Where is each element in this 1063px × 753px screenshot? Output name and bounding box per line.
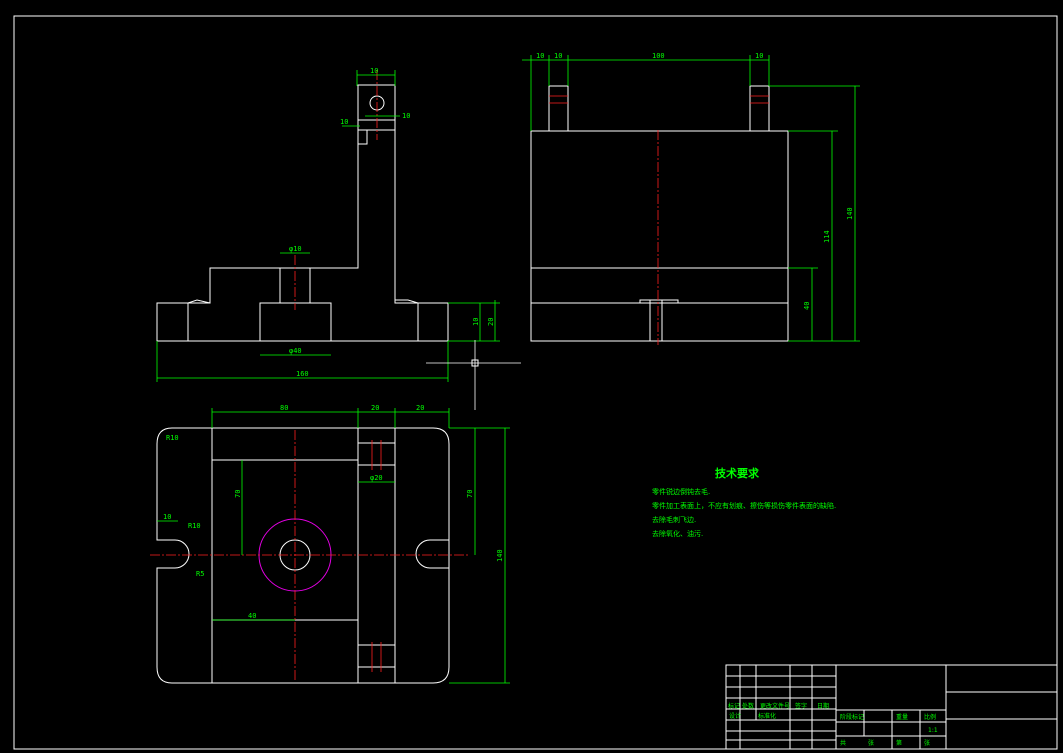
title-block-scale: 1:1 xyxy=(928,727,938,734)
front-dim-bottom-slot: φ40 xyxy=(289,347,302,355)
drawing-frame xyxy=(13,15,1058,750)
top-slot-right xyxy=(415,539,449,569)
front-slot-lower xyxy=(259,302,332,342)
svg-text:标准化: 标准化 xyxy=(758,712,776,720)
side-dim-h-total: 140 xyxy=(846,207,854,220)
requirement-item: 去除氧化、油污. xyxy=(652,529,703,538)
side-dim-h-base: 40 xyxy=(803,302,811,310)
front-hatch-right xyxy=(309,129,419,342)
requirement-item: 零件加工表面上，不应有划痕、擦伤等损伤零件表面的缺陷. xyxy=(652,501,836,510)
svg-text:比例: 比例 xyxy=(924,713,936,721)
svg-text:处数: 处数 xyxy=(742,702,754,710)
svg-text:更改文件号: 更改文件号 xyxy=(760,702,790,710)
front-dim-side-h2: 20 xyxy=(487,318,495,326)
requirement-item: 去除毛刺飞边. xyxy=(652,515,696,524)
top-dim-hole: φ20 xyxy=(370,474,383,482)
side-dim-d2: 10 xyxy=(554,52,562,60)
front-dim-side-h1: 10 xyxy=(472,318,480,326)
top-outline xyxy=(156,427,450,684)
technical-requirements: 技术要求 零件锐边倒钝去毛. 零件加工表面上，不应有划痕、擦伤等损伤零件表面的缺… xyxy=(652,466,836,538)
svg-text:标记: 标记 xyxy=(728,702,740,710)
svg-text:日期: 日期 xyxy=(817,702,829,710)
side-body xyxy=(530,130,789,342)
top-dim-w1: 80 xyxy=(280,404,288,412)
side-lug-left xyxy=(548,85,569,132)
top-view: 80 20 20 140 70 70 φ20 40 10 R10 R5 R10 xyxy=(150,404,510,684)
svg-text:第: 第 xyxy=(896,739,902,747)
svg-text:阶段标记: 阶段标记 xyxy=(840,713,864,721)
front-dim-overall-width: 160 xyxy=(296,370,309,378)
side-lug-right xyxy=(749,85,770,132)
front-dim-small-a: 10 xyxy=(402,112,410,120)
svg-text:张: 张 xyxy=(924,739,930,747)
requirements-title: 技术要求 xyxy=(715,466,760,480)
top-dim-center-offset: 40 xyxy=(248,612,256,620)
svg-text:重量: 重量 xyxy=(896,713,908,721)
svg-text:张: 张 xyxy=(868,739,874,747)
top-dim-h-total: 140 xyxy=(496,549,504,562)
svg-text:签字: 签字 xyxy=(795,702,807,710)
svg-text:设计: 设计 xyxy=(729,712,741,720)
side-dim-d3: 100 xyxy=(652,52,665,60)
drawing-canvas: 10 φ10 φ40 160 10 20 10 10 10 10 100 10 … xyxy=(13,15,1058,750)
top-dim-corner-radius: R10 xyxy=(166,434,179,442)
title-block: 标记 处数 更改文件号 签字 日期 设计 标准化 阶段标记 重量 比例 共 张 … xyxy=(725,664,1058,750)
top-dim-slot-width: 10 xyxy=(163,513,171,521)
cad-crosshair xyxy=(426,340,521,410)
top-dim-w2: 20 xyxy=(371,404,379,412)
top-dim-slot-radius-2: R5 xyxy=(196,570,204,578)
top-dim-w3: 20 xyxy=(416,404,424,412)
top-dim-h1: 70 xyxy=(466,490,474,498)
side-dim-d1: 10 xyxy=(536,52,544,60)
front-dim-top-width: 10 xyxy=(370,67,378,75)
side-dim-d4: 10 xyxy=(755,52,763,60)
front-dim-lower-slot: φ10 xyxy=(289,245,302,253)
top-dim-slot-radius: R10 xyxy=(188,522,201,530)
side-view: 10 10 100 10 140 114 40 xyxy=(522,52,860,345)
front-hatch-left xyxy=(187,267,281,342)
top-dim-h2: 70 xyxy=(234,490,242,498)
side-dim-h-body: 114 xyxy=(823,230,831,243)
front-view: 10 φ10 φ40 160 10 20 10 10 xyxy=(156,67,500,382)
front-dim-small-b: 10 xyxy=(340,118,348,126)
requirement-item: 零件锐边倒钝去毛. xyxy=(652,487,710,496)
svg-text:共: 共 xyxy=(840,739,846,747)
